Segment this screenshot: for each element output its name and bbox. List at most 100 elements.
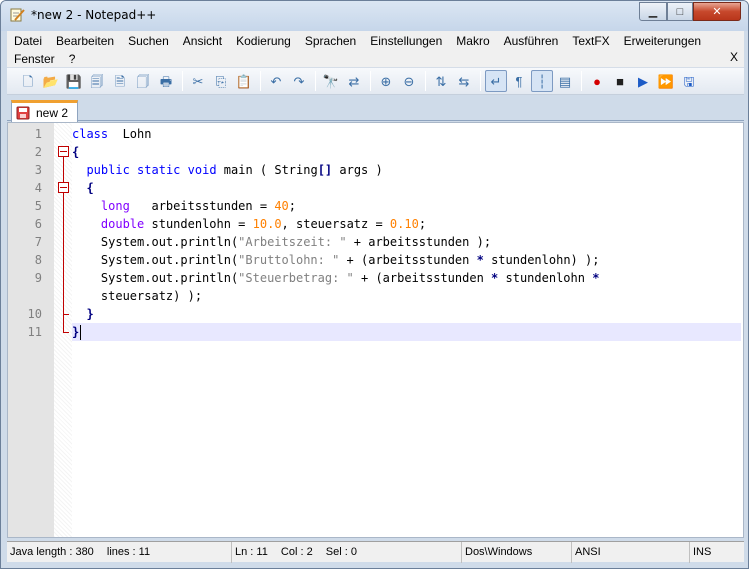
code-line[interactable]: System.out.println("Steuerbetrag: " + (a… — [72, 269, 741, 287]
status-encoding: ANSI — [572, 542, 690, 563]
code-line[interactable]: public static void main ( String[] args … — [72, 161, 741, 179]
record-macro-button[interactable]: ● — [586, 70, 608, 92]
menu-einstellungen[interactable]: Einstellungen — [363, 34, 449, 48]
title-bar[interactable]: *new 2 - Notepad++ ▁ □ ✕ — [1, 1, 748, 31]
menu-ansicht[interactable]: Ansicht — [176, 34, 229, 48]
cut-button[interactable]: ✂ — [187, 70, 209, 92]
print-button[interactable]: 🖶 — [155, 70, 177, 92]
code-token: * — [476, 253, 484, 267]
maximize-button[interactable]: □ — [667, 2, 693, 21]
code-token: 0.10 — [389, 217, 419, 231]
play-macro-button[interactable]: ▶ — [632, 70, 654, 92]
code-token: static — [137, 163, 181, 177]
doc-map-button[interactable]: ▤ — [554, 70, 576, 92]
code-line[interactable]: { — [72, 143, 741, 161]
zoom-out-icon: ⊖ — [403, 73, 415, 89]
word-wrap-button[interactable]: ↵ — [485, 70, 507, 92]
code-token: { — [72, 145, 80, 159]
record-macro-icon: ● — [593, 73, 601, 89]
code-line[interactable]: } — [72, 305, 741, 323]
sync-vertical-icon: ⇅ — [435, 73, 447, 89]
code-token: * — [592, 271, 600, 285]
save-button[interactable]: 💾 — [63, 70, 85, 92]
code-token: "Arbeitszeit: " — [238, 235, 347, 249]
show-all-chars-button[interactable]: ¶ — [508, 70, 530, 92]
menu-kodierung[interactable]: Kodierung — [229, 34, 298, 48]
close-file-icon: 🗎 — [114, 73, 126, 89]
menu-bearbeiten[interactable]: Bearbeiten — [49, 34, 121, 48]
save-all-button[interactable]: 🗐 — [86, 70, 108, 92]
code-token: [] — [317, 163, 333, 177]
line-number: 2 — [34, 145, 42, 159]
code-text-area[interactable]: class Lohn { public static void main ( St… — [72, 123, 743, 537]
unsaved-file-icon — [16, 106, 30, 119]
window-title: *new 2 - Notepad++ — [31, 8, 157, 22]
code-token: main ( String — [216, 163, 318, 177]
save-icon: 💾 — [65, 73, 83, 89]
toolbar-separator — [581, 71, 582, 91]
code-line[interactable]: System.out.println("Bruttolohn: " + (arb… — [72, 251, 741, 269]
code-token: + (arbeitsstunden — [339, 253, 477, 267]
menu-sprachen[interactable]: Sprachen — [298, 34, 363, 48]
close-button[interactable]: ✕ — [693, 2, 741, 21]
code-line[interactable]: double stundenlohn = 10.0, steuersatz = … — [72, 215, 741, 233]
code-line[interactable]: long arbeitsstunden = 40; — [72, 197, 741, 215]
save-macro-button[interactable]: 🖫 — [678, 70, 700, 92]
menu-textfx[interactable]: TextFX — [565, 34, 616, 48]
menu-fenster[interactable]: Fenster — [7, 52, 62, 66]
minimize-button[interactable]: ▁ — [639, 2, 667, 21]
code-token: System.out.println( — [72, 235, 239, 249]
run-macro-multiple-button[interactable]: ⏩ — [655, 70, 677, 92]
line-number: 3 — [34, 163, 42, 177]
line-number-gutter: 1 2 3 4 5 6 7 8 9 10 11 — [8, 123, 54, 537]
menu-erweiterungen[interactable]: Erweiterungen — [617, 34, 708, 48]
paste-button[interactable]: 📋 — [233, 70, 255, 92]
code-line[interactable]: steuersatz) ); — [72, 287, 741, 305]
copy-button[interactable]: ⎘ — [210, 70, 232, 92]
toolbar-separator — [370, 71, 371, 91]
fold-toggle-class[interactable] — [58, 146, 69, 157]
code-line[interactable]: { — [72, 179, 741, 197]
save-all-icon: 🗐 — [90, 73, 104, 89]
code-token: public — [86, 163, 130, 177]
tab-new-2[interactable]: new 2 — [11, 100, 78, 122]
code-line[interactable]: System.out.println("Arbeitszeit: " + arb… — [72, 233, 741, 251]
code-token: class — [72, 127, 109, 141]
undo-button[interactable]: ↶ — [265, 70, 287, 92]
close-document-button[interactable]: X — [730, 50, 738, 64]
new-file-button[interactable]: 🗋 — [17, 70, 39, 92]
code-token: } — [72, 325, 80, 339]
code-token: + (arbeitsstunden — [353, 271, 492, 285]
code-line[interactable]: } — [72, 323, 741, 341]
tab-strip: new 2 — [7, 96, 744, 122]
stop-macro-button[interactable]: ■ — [609, 70, 631, 92]
zoom-in-icon: ⊕ — [380, 73, 392, 89]
doc-map-icon: ▤ — [558, 73, 572, 89]
menu-makro[interactable]: Makro — [449, 34, 496, 48]
zoom-in-button[interactable]: ⊕ — [375, 70, 397, 92]
code-line[interactable]: class Lohn — [72, 125, 741, 143]
close-all-button[interactable]: 🗍 — [132, 70, 154, 92]
indent-guide-button[interactable]: ┆ — [531, 70, 553, 92]
replace-button[interactable]: ⇄ — [343, 70, 365, 92]
sync-vertical-button[interactable]: ⇅ — [430, 70, 452, 92]
code-editor[interactable]: 1 2 3 4 5 6 7 8 9 10 11 class Lohn { public static … — [7, 122, 744, 538]
close-file-button[interactable]: 🗎 — [109, 70, 131, 92]
menu-suchen[interactable]: Suchen — [121, 34, 176, 48]
find-button[interactable]: 🔭 — [320, 70, 342, 92]
menu-ausführen[interactable]: Ausführen — [497, 34, 566, 48]
sync-horizontal-button[interactable]: ⇆ — [453, 70, 475, 92]
menu-help[interactable]: ? — [62, 52, 83, 66]
zoom-out-button[interactable]: ⊖ — [398, 70, 420, 92]
code-token: long — [100, 199, 130, 213]
code-token: System.out.println( — [72, 271, 239, 285]
fold-toggle-method[interactable] — [58, 182, 69, 193]
code-token: Lohn — [108, 127, 152, 141]
indent-guide-icon: ┆ — [538, 73, 546, 89]
redo-button[interactable]: ↷ — [288, 70, 310, 92]
menu-datei[interactable]: Datei — [7, 34, 49, 48]
open-file-button[interactable]: 📂 — [40, 70, 62, 92]
cut-icon: ✂ — [192, 73, 204, 89]
line-number: 9 — [34, 271, 42, 285]
